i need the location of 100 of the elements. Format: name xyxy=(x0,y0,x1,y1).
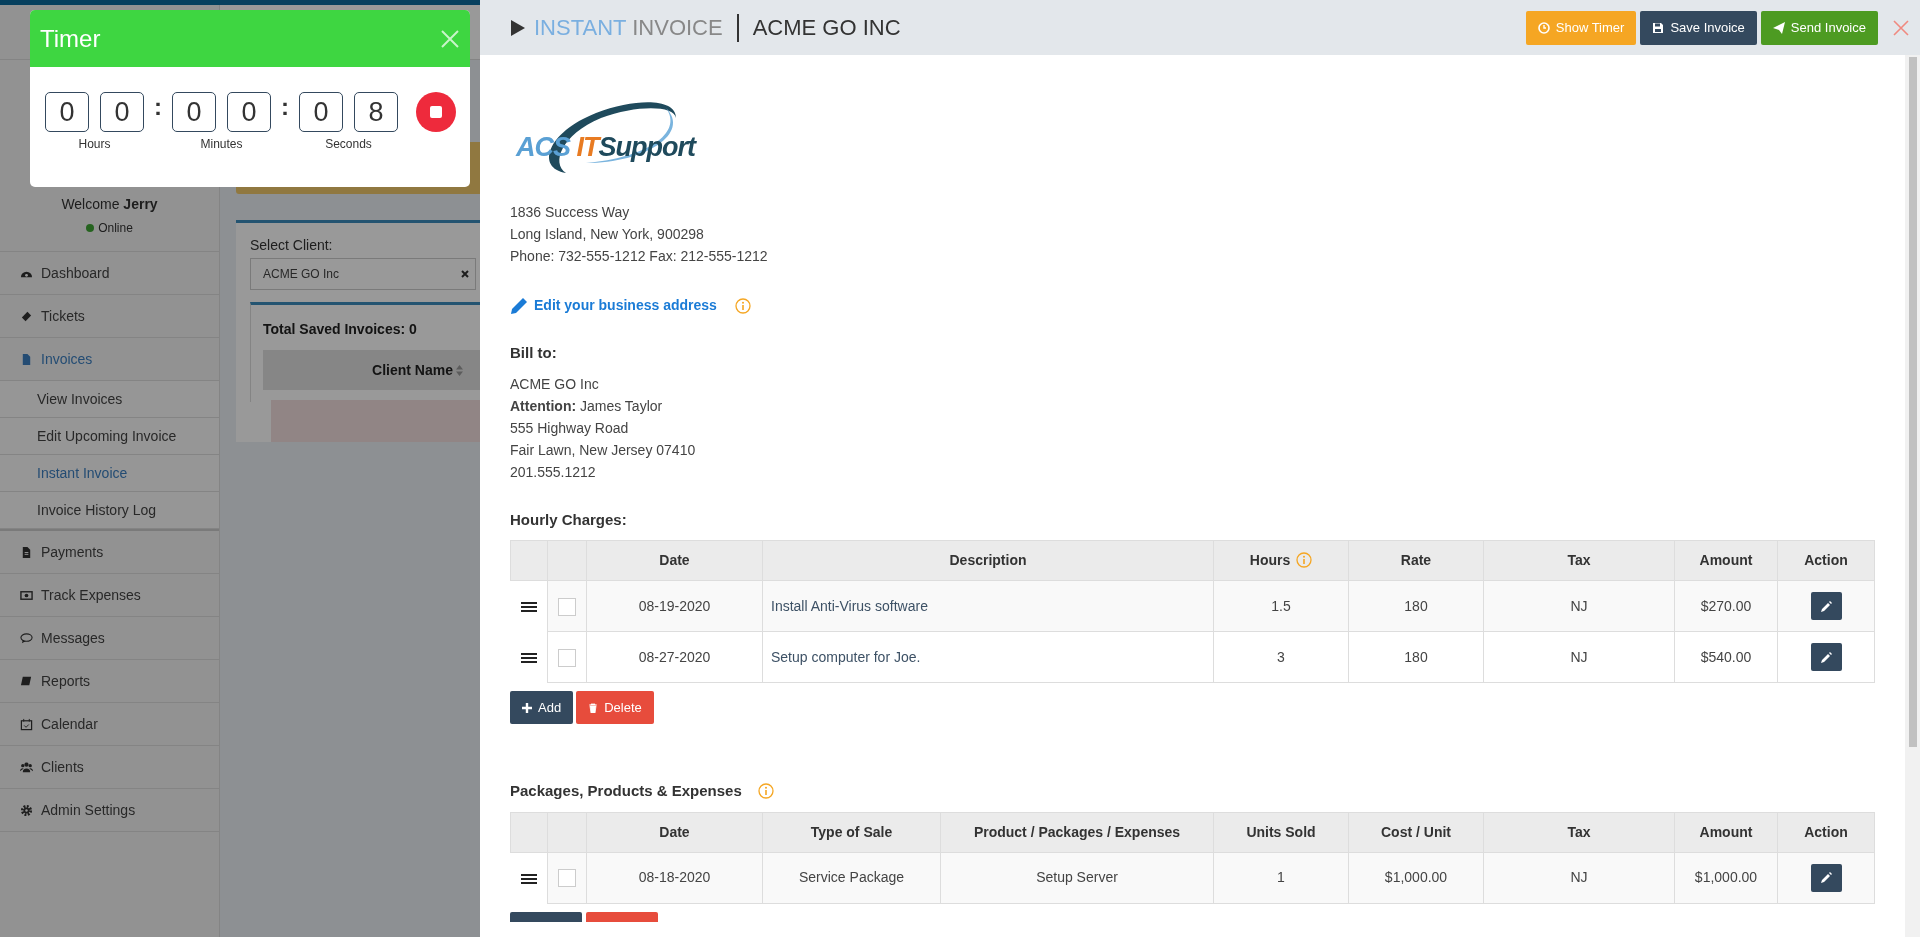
column-header: Date xyxy=(659,823,690,840)
stop-icon xyxy=(429,105,443,119)
file-icon xyxy=(20,352,33,366)
delete-button[interactable]: Delete xyxy=(576,691,654,724)
field-label: Select Client: xyxy=(250,236,333,255)
clock-icon xyxy=(1537,21,1550,34)
separator-text: : xyxy=(154,92,162,122)
drag-handle-icon xyxy=(520,652,537,663)
table-cell: $270.00 xyxy=(1700,597,1752,614)
table-cell: 180 xyxy=(1404,648,1428,665)
client-select[interactable]: ACME GO Inc xyxy=(250,258,476,290)
ticket-icon xyxy=(20,309,33,323)
sidebar-item[interactable]: Admin Settings xyxy=(0,789,219,832)
close-icon xyxy=(440,28,460,49)
send-button[interactable]: Send Invoice xyxy=(1760,10,1878,45)
table-cell: Setup computer for Joe. xyxy=(771,648,921,665)
column-header: Tax xyxy=(1567,552,1591,568)
file-icon xyxy=(20,545,33,559)
sidebar-subitem[interactable]: Instant Invoice xyxy=(0,455,219,492)
column-header: Amount xyxy=(1699,823,1753,840)
play-icon xyxy=(510,18,526,37)
total-saved-text: Total Saved Invoices: 0 xyxy=(263,320,417,339)
column-header: Rate xyxy=(1400,552,1432,568)
table-cell: 08-19-2020 xyxy=(638,597,711,614)
column-header: Cost / Unit xyxy=(1381,823,1451,840)
table-cell: 1.5 xyxy=(1271,597,1291,614)
timer-digit: 0 xyxy=(45,92,89,132)
table-cell: 180 xyxy=(1404,597,1428,614)
scrollbar[interactable] xyxy=(1905,55,1920,937)
checkbox[interactable] xyxy=(558,648,576,667)
sidebar-item[interactable]: Tickets xyxy=(0,295,219,338)
sidebar-item[interactable]: Clients xyxy=(0,746,219,789)
edit-button[interactable] xyxy=(1810,643,1842,671)
timer-digit: 0 xyxy=(227,92,271,132)
checkbox[interactable] xyxy=(558,597,576,616)
table-cell: NJ xyxy=(1570,648,1588,665)
book-icon xyxy=(20,674,33,688)
bill-to-line: 201.555.1212 xyxy=(510,462,597,482)
section-heading: Hourly Charges: xyxy=(510,509,627,530)
sidebar-subitem[interactable]: Edit Upcoming Invoice xyxy=(0,418,219,455)
table-cell: 08-18-2020 xyxy=(638,869,711,885)
address-line: 1836 Success Way xyxy=(510,203,631,222)
gear-icon xyxy=(20,803,33,817)
sidebar-item[interactable]: Dashboard xyxy=(0,252,219,295)
sidebar-item[interactable]: Reports xyxy=(0,660,219,703)
column-header: Tax xyxy=(1567,823,1591,840)
address-line: Long Island, New York, 900298 xyxy=(510,225,705,244)
clear-icon xyxy=(461,270,469,278)
edit-button[interactable] xyxy=(1810,592,1842,620)
drag-handle-icon xyxy=(520,602,537,613)
unit-label: Hours xyxy=(78,136,111,153)
save-button[interactable]: Save Invoice xyxy=(1640,10,1757,45)
sidebar-item[interactable]: Track Expenses xyxy=(0,574,219,617)
sidebar-item[interactable]: Calendar xyxy=(0,703,219,746)
table-cell: Service Package xyxy=(798,869,905,885)
checkbox[interactable] xyxy=(558,869,576,888)
table-cell: 08-27-2020 xyxy=(638,648,711,665)
edit-address-link[interactable]: Edit your business address xyxy=(534,295,717,316)
floppy-icon xyxy=(1652,21,1665,34)
sidebar-item[interactable]: Payments xyxy=(0,531,219,574)
sidebar-subitem[interactable]: Invoice History Log xyxy=(0,492,219,529)
table-cell: NJ xyxy=(1570,869,1588,885)
unit-label: Seconds xyxy=(325,136,372,153)
trash-icon xyxy=(588,702,599,713)
button-edge[interactable] xyxy=(510,911,582,922)
pencil-icon xyxy=(1820,651,1832,663)
table-cell: $540.00 xyxy=(1700,648,1752,665)
pencil-icon xyxy=(510,296,528,315)
column-header[interactable]: Client Name xyxy=(372,359,453,381)
drag-handle-icon xyxy=(520,873,537,884)
separator-text: : xyxy=(281,92,289,122)
info-icon xyxy=(734,297,751,314)
column-header: Product / Packages / Expenses xyxy=(973,823,1181,840)
table-cell: Install Anti-Virus software xyxy=(771,597,928,614)
table-cell: $1,000.00 xyxy=(1694,869,1758,885)
welcome-text: Welcome Jerry xyxy=(61,195,158,214)
table-cell: 3 xyxy=(1277,648,1285,665)
client-name: ACME GO INC xyxy=(752,14,901,42)
stop-button[interactable] xyxy=(416,92,456,132)
timer-digit: 0 xyxy=(299,92,343,132)
bill-to-line: Fair Lawn, New Jersey 07410 xyxy=(510,440,697,460)
timer-digit: 0 xyxy=(172,92,216,132)
button-edge[interactable] xyxy=(586,911,658,922)
edit-button[interactable] xyxy=(1810,863,1842,892)
sidebar-item[interactable]: Messages xyxy=(0,617,219,660)
plus-icon xyxy=(522,702,532,713)
column-header: Action xyxy=(1804,552,1848,568)
paper-plane-icon xyxy=(1772,21,1785,34)
section-heading: Packages, Products & Expenses xyxy=(510,781,742,801)
table-cell: 1 xyxy=(1277,869,1285,885)
sidebar-subitem[interactable]: View Invoices xyxy=(0,381,219,418)
table-cell: Setup Server xyxy=(1036,869,1118,885)
column-header: Date xyxy=(659,552,690,568)
timer-digit: 8 xyxy=(354,92,398,132)
column-header: Description xyxy=(949,552,1027,568)
unit-label: Minutes xyxy=(200,136,243,153)
bill-to-line: Attention: James Taylor xyxy=(510,396,664,416)
add-button[interactable]: Add xyxy=(510,691,574,724)
bill-to-line: 555 Highway Road xyxy=(510,418,630,438)
column-header: Units Sold xyxy=(1246,823,1316,840)
